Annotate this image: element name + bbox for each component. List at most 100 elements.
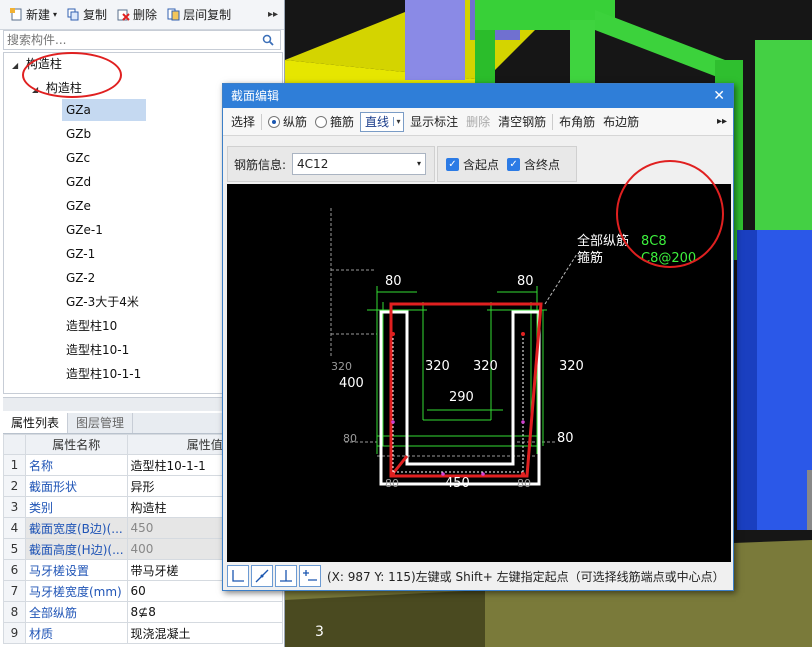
property-name: 类别	[25, 496, 128, 518]
dim-left-total: 400	[339, 376, 364, 391]
rebar-info-combo[interactable]: 4C12 ▾	[292, 153, 427, 175]
property-name: 名称	[25, 454, 128, 476]
copy-icon	[67, 8, 79, 21]
row-index: 5	[3, 538, 26, 560]
dim-bottom-left-h: 80	[343, 432, 357, 445]
tree-item[interactable]: 造型柱10	[66, 315, 117, 337]
tab-layers[interactable]: 图层管理	[68, 413, 134, 433]
collapse-arrow-icon[interactable]: ◢	[12, 55, 22, 77]
radio-icon[interactable]	[315, 115, 328, 128]
delete-icon	[117, 9, 130, 21]
property-name: 材质	[25, 622, 128, 644]
viewport-label: 3	[315, 624, 324, 640]
row-index: 9	[3, 622, 26, 644]
tree-item[interactable]: 造型柱10-1-1	[66, 363, 141, 385]
layer-copy-icon	[167, 8, 180, 21]
dialog-status-bar: (X: 987 Y: 115)左键或 Shift+ 左键指定起点（可选择线筋端点…	[227, 564, 731, 588]
row-index: 6	[3, 559, 26, 581]
close-icon[interactable]: ✕	[713, 84, 725, 108]
perpendicular-snap-icon[interactable]	[275, 565, 297, 587]
longitudinal-radio[interactable]: 纵筋	[266, 113, 309, 130]
tree-item[interactable]: GZ-3大于4米	[66, 291, 139, 313]
toolbar-separator	[261, 113, 263, 130]
include-end-checkbox[interactable]: ✓ 含终点	[507, 156, 560, 173]
tree-item[interactable]: GZe	[66, 195, 91, 217]
tree-item[interactable]: GZc	[66, 147, 90, 169]
show-label-button[interactable]: 显示标注	[408, 113, 460, 130]
edge-rebar-button[interactable]: 布边筋	[601, 113, 641, 130]
chevron-down-icon[interactable]: ▾	[393, 117, 403, 126]
table-row[interactable]: 8 全部纵筋 8⊈8	[3, 601, 284, 623]
tree-item[interactable]: GZa	[62, 99, 146, 121]
property-value[interactable]: 8⊈8	[126, 601, 284, 623]
tree-item[interactable]: GZe-1	[66, 219, 103, 241]
row-index: 8	[3, 601, 26, 623]
status-text: (X: 987 Y: 115)左键或 Shift+ 左键指定起点（可选择线筋端点…	[327, 569, 725, 584]
clear-rebar-button[interactable]: 清空钢筋	[496, 113, 548, 130]
dim-top-right: 80	[517, 274, 534, 289]
dim-bottom-right-w: 80	[517, 477, 531, 490]
new-label: 新建	[26, 8, 51, 22]
offset-snap-icon[interactable]	[299, 565, 321, 587]
dialog-toolbar: 选择 纵筋 箍筋 直线 ▾ 显示标注 删除 清空钢筋 布角筋 布边筋 ▸▸	[223, 108, 733, 136]
delete-button[interactable]: 删除	[113, 4, 161, 25]
tree-item[interactable]: GZd	[66, 171, 91, 193]
dim-left-outer: 320	[331, 360, 352, 373]
stirrup-radio[interactable]: 箍筋	[313, 113, 356, 130]
property-name: 截面形状	[25, 475, 128, 497]
select-button[interactable]: 选择	[229, 113, 257, 130]
tab-properties[interactable]: 属性列表	[3, 413, 69, 433]
dim-bottom-right-h: 80	[557, 431, 574, 446]
include-start-label: 含起点	[463, 157, 500, 172]
chevron-down-icon[interactable]: ▾	[53, 10, 57, 19]
include-start-checkbox[interactable]: ✓ 含起点	[446, 156, 499, 173]
property-name: 马牙槎设置	[25, 559, 128, 581]
new-icon	[10, 8, 22, 21]
property-name: 马牙槎宽度(mm)	[25, 580, 128, 602]
toolbar-separator	[552, 113, 554, 130]
property-name: 全部纵筋	[25, 601, 128, 623]
corner-rebar-button[interactable]: 布角筋	[557, 113, 597, 130]
dialog-title-bar[interactable]: 截面编辑 ✕	[223, 84, 733, 108]
include-end-label: 含终点	[524, 157, 561, 172]
chevron-down-icon[interactable]: ▾	[417, 154, 421, 174]
radio-selected-icon[interactable]	[268, 115, 281, 128]
new-button[interactable]: 新建 ▾	[6, 4, 61, 25]
layer-copy-button[interactable]: 层间复制	[163, 4, 235, 25]
endpoint-checks: ✓ 含起点 ✓ 含终点	[437, 146, 577, 182]
line-mode-value: 直线	[365, 115, 390, 129]
toolbar-overflow-icon[interactable]: ▸▸	[268, 9, 278, 20]
dim-inner-width: 290	[449, 390, 474, 405]
table-row[interactable]: 9 材质 现浇混凝土	[3, 622, 284, 644]
orthogonal-snap-icon[interactable]	[227, 565, 249, 587]
copy-button[interactable]: 复制	[63, 4, 111, 25]
delete-label: 删除	[133, 8, 158, 22]
toolbar-overflow-icon[interactable]: ▸▸	[717, 116, 727, 127]
dim-bottom-left-w: 80	[385, 477, 399, 490]
search-icon[interactable]	[262, 34, 274, 46]
delete-rebar-button[interactable]: 删除	[464, 113, 492, 130]
component-search[interactable]	[3, 30, 281, 50]
property-value[interactable]: 现浇混凝土	[126, 622, 284, 644]
component-toolbar: 新建 ▾ 复制 删除 层间复制 ▸▸	[0, 0, 284, 30]
rebar-info-value: 4C12	[297, 157, 329, 171]
dim-top-left: 80	[385, 274, 402, 289]
layer-copy-label: 层间复制	[183, 8, 232, 22]
diagonal-snap-icon[interactable]	[251, 565, 273, 587]
checkbox-checked-icon[interactable]: ✓	[507, 157, 521, 171]
line-mode-dropdown[interactable]: 直线 ▾	[360, 111, 405, 132]
tree-item[interactable]: GZ-2	[66, 267, 95, 289]
checkbox-checked-icon[interactable]: ✓	[446, 157, 459, 171]
longitudinal-label: 纵筋	[283, 115, 308, 129]
tree-item[interactable]: 造型柱10-1	[66, 339, 129, 361]
leader-line	[544, 253, 578, 305]
index-header	[3, 434, 26, 455]
copy-label: 复制	[83, 8, 108, 22]
tree-item[interactable]: GZ-1	[66, 243, 95, 265]
search-input[interactable]	[4, 33, 254, 47]
row-index: 2	[3, 475, 26, 497]
tree-item[interactable]: GZb	[66, 123, 91, 145]
section-edit-dialog: 截面编辑 ✕ 选择 纵筋 箍筋 直线 ▾ 显示标注 删除 清空钢筋 布角筋 布边筋…	[222, 83, 734, 591]
dim-inner-left: 320	[425, 359, 450, 374]
row-index: 7	[3, 580, 26, 602]
